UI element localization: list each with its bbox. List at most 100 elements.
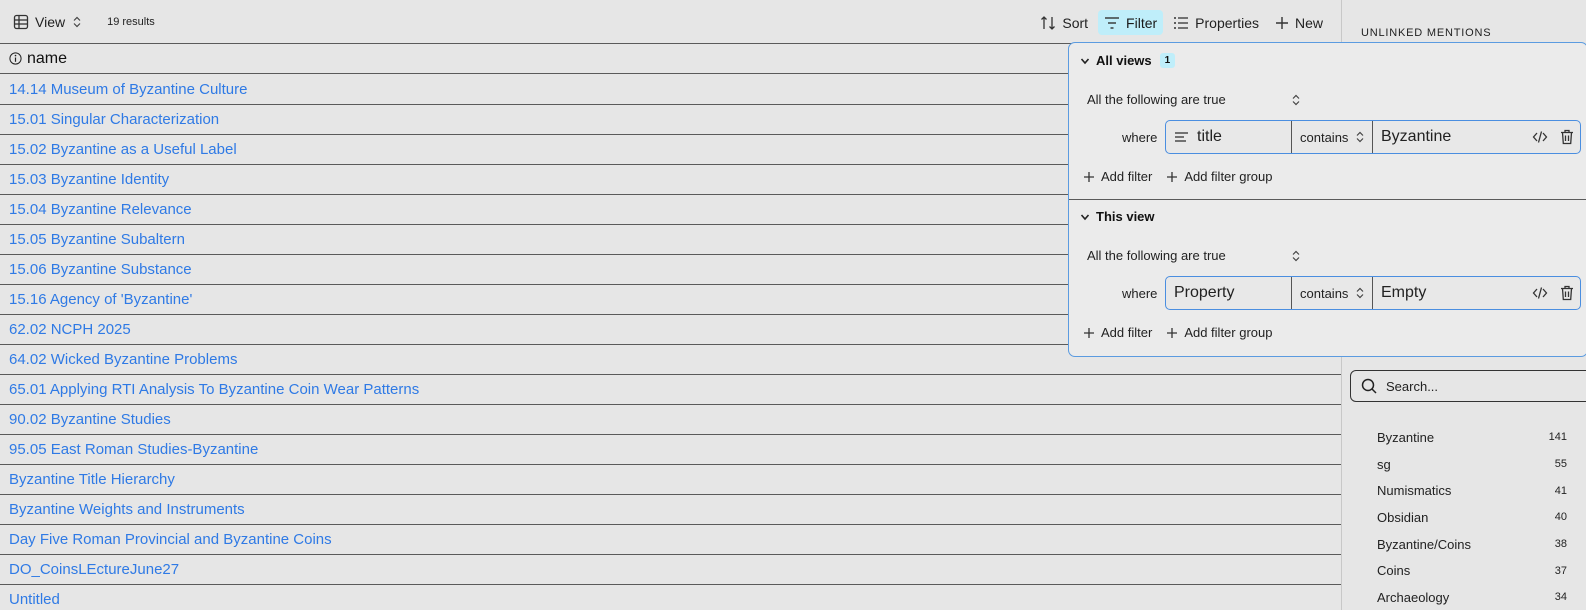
filter-row: Property contains Empty xyxy=(1165,276,1581,310)
table-row[interactable]: Untitled xyxy=(0,585,1341,610)
search-icon xyxy=(1361,378,1377,394)
tag-item[interactable]: Numismatics 41 xyxy=(1377,477,1567,504)
chevron-down-icon xyxy=(1080,213,1090,221)
filter-icon xyxy=(1105,16,1120,29)
tag-name: Byzantine xyxy=(1377,429,1435,445)
where-label: where xyxy=(1122,286,1158,301)
sort-label: Sort xyxy=(1062,14,1089,31)
view-toolbar: View 19 results Sort Filter Properties N… xyxy=(0,0,1341,44)
table-row[interactable]: Byzantine Weights and Instruments xyxy=(0,495,1341,525)
plus-icon xyxy=(1167,171,1178,182)
tag-item[interactable]: Byzantine/Coins 38 xyxy=(1377,531,1567,558)
tag-item[interactable]: Byzantine 141 xyxy=(1377,424,1567,451)
filter-property-label: title xyxy=(1197,128,1222,145)
plus-icon xyxy=(1084,327,1094,338)
sidebar-title: UNLINKED MENTIONS xyxy=(1361,27,1492,39)
tag-item[interactable]: Coins 37 xyxy=(1377,557,1567,584)
filter-popover: All views 1 All the following are true w… xyxy=(1068,42,1586,357)
filter-value-input[interactable]: Byzantine xyxy=(1373,121,1532,153)
tag-name: sg xyxy=(1377,456,1391,472)
filter-property-label: Property xyxy=(1174,284,1235,301)
filter-operator-label: contains xyxy=(1300,285,1349,301)
table-row[interactable]: Byzantine Title Hierarchy xyxy=(0,465,1341,495)
filter-operator-select[interactable]: contains xyxy=(1292,121,1373,153)
filter-property-select[interactable]: title xyxy=(1166,121,1292,153)
filter-row: title contains Byzantine xyxy=(1165,120,1581,154)
code-icon[interactable] xyxy=(1532,130,1548,144)
sort-icon xyxy=(1041,15,1056,30)
plus-icon xyxy=(1084,171,1094,182)
filter-value-input[interactable]: Empty xyxy=(1373,277,1532,309)
tag-count: 141 xyxy=(1548,431,1567,444)
tag-count: 37 xyxy=(1554,564,1567,577)
column-header-label: name xyxy=(27,49,68,67)
table-row[interactable]: 95.05 East Roman Studies-Byzantine xyxy=(0,435,1341,465)
filter-operator-select[interactable]: contains xyxy=(1292,277,1373,309)
add-filter-button[interactable]: Add filter xyxy=(1083,325,1152,340)
app-window: View 19 results Sort Filter Properties N… xyxy=(0,0,1586,610)
code-icon[interactable] xyxy=(1532,286,1548,300)
updown-chevron-icon xyxy=(1292,250,1300,262)
table-row[interactable]: DO_CoinsLEctureJune27 xyxy=(0,555,1341,585)
add-filter-group-label: Add filter group xyxy=(1184,169,1273,184)
add-filter-button[interactable]: Add filter xyxy=(1083,169,1152,184)
updown-chevron-icon xyxy=(73,16,81,27)
plus-icon xyxy=(1167,327,1178,338)
trash-icon[interactable] xyxy=(1560,285,1574,301)
table-row[interactable]: 65.01 Applying RTI Analysis To Byzantine… xyxy=(0,375,1341,405)
tag-name: Coins xyxy=(1377,563,1411,579)
new-label: New xyxy=(1294,14,1323,31)
updown-chevron-icon xyxy=(1356,287,1364,299)
filter-button[interactable]: Filter xyxy=(1098,10,1164,35)
this-view-title: This view xyxy=(1096,209,1155,224)
table-row[interactable]: Day Five Roman Provincial and Byzantine … xyxy=(0,525,1341,555)
properties-label: Properties xyxy=(1195,14,1259,31)
sidebar-search[interactable] xyxy=(1350,370,1586,402)
filter-property-select[interactable]: Property xyxy=(1166,277,1292,309)
tag-item[interactable]: Archaeology 34 xyxy=(1377,584,1567,610)
view-selector[interactable]: View xyxy=(13,14,87,30)
tag-item[interactable]: sg 55 xyxy=(1377,451,1567,478)
tag-count: 55 xyxy=(1554,458,1567,471)
tag-name: Byzantine/Coins xyxy=(1377,536,1471,552)
condition-label: All the following are true xyxy=(1087,248,1226,263)
view-label: View xyxy=(35,13,66,30)
all-views-title: All views xyxy=(1096,53,1152,68)
tag-name: Archaeology xyxy=(1377,589,1450,605)
add-filter-group-button[interactable]: Add filter group xyxy=(1166,325,1272,340)
filter-operator-label: contains xyxy=(1300,129,1349,145)
this-view-condition-select[interactable]: All the following are true xyxy=(1087,248,1300,263)
add-filter-group-button[interactable]: Add filter group xyxy=(1166,169,1272,184)
table-icon xyxy=(13,14,29,29)
add-filter-label: Add filter xyxy=(1101,325,1153,340)
updown-chevron-icon xyxy=(1292,94,1300,106)
where-label: where xyxy=(1122,130,1158,145)
sort-button[interactable]: Sort xyxy=(1034,10,1094,35)
tag-name: Numismatics xyxy=(1377,483,1452,499)
add-filter-label: Add filter xyxy=(1101,169,1153,184)
this-view-header[interactable]: This view xyxy=(1080,209,1155,224)
tag-item[interactable]: Obsidian 40 xyxy=(1377,504,1567,531)
tag-count: 40 xyxy=(1554,511,1567,524)
table-row[interactable]: 90.02 Byzantine Studies xyxy=(0,405,1341,435)
tag-count: 38 xyxy=(1554,538,1567,551)
filter-count-badge: 1 xyxy=(1159,53,1176,68)
info-icon xyxy=(9,52,22,65)
condition-label: All the following are true xyxy=(1087,92,1226,107)
results-count: 19 results xyxy=(107,15,155,28)
all-views-condition-select[interactable]: All the following are true xyxy=(1087,92,1300,107)
list-icon xyxy=(1174,16,1189,29)
updown-chevron-icon xyxy=(1356,131,1364,143)
add-filter-group-label: Add filter group xyxy=(1184,325,1273,340)
new-button[interactable]: New xyxy=(1269,10,1329,35)
search-input[interactable] xyxy=(1386,378,1566,394)
section-divider xyxy=(1069,199,1586,200)
filter-label: Filter xyxy=(1126,14,1158,31)
properties-button[interactable]: Properties xyxy=(1167,10,1265,35)
chevron-down-icon xyxy=(1080,57,1090,65)
all-views-header[interactable]: All views 1 xyxy=(1080,53,1176,68)
tag-list: Byzantine 141 sg 55 Numismatics 41 Obsidian… xyxy=(1377,424,1567,610)
trash-icon[interactable] xyxy=(1560,129,1574,145)
tag-count: 34 xyxy=(1554,591,1567,604)
tag-name: Obsidian xyxy=(1377,509,1429,525)
